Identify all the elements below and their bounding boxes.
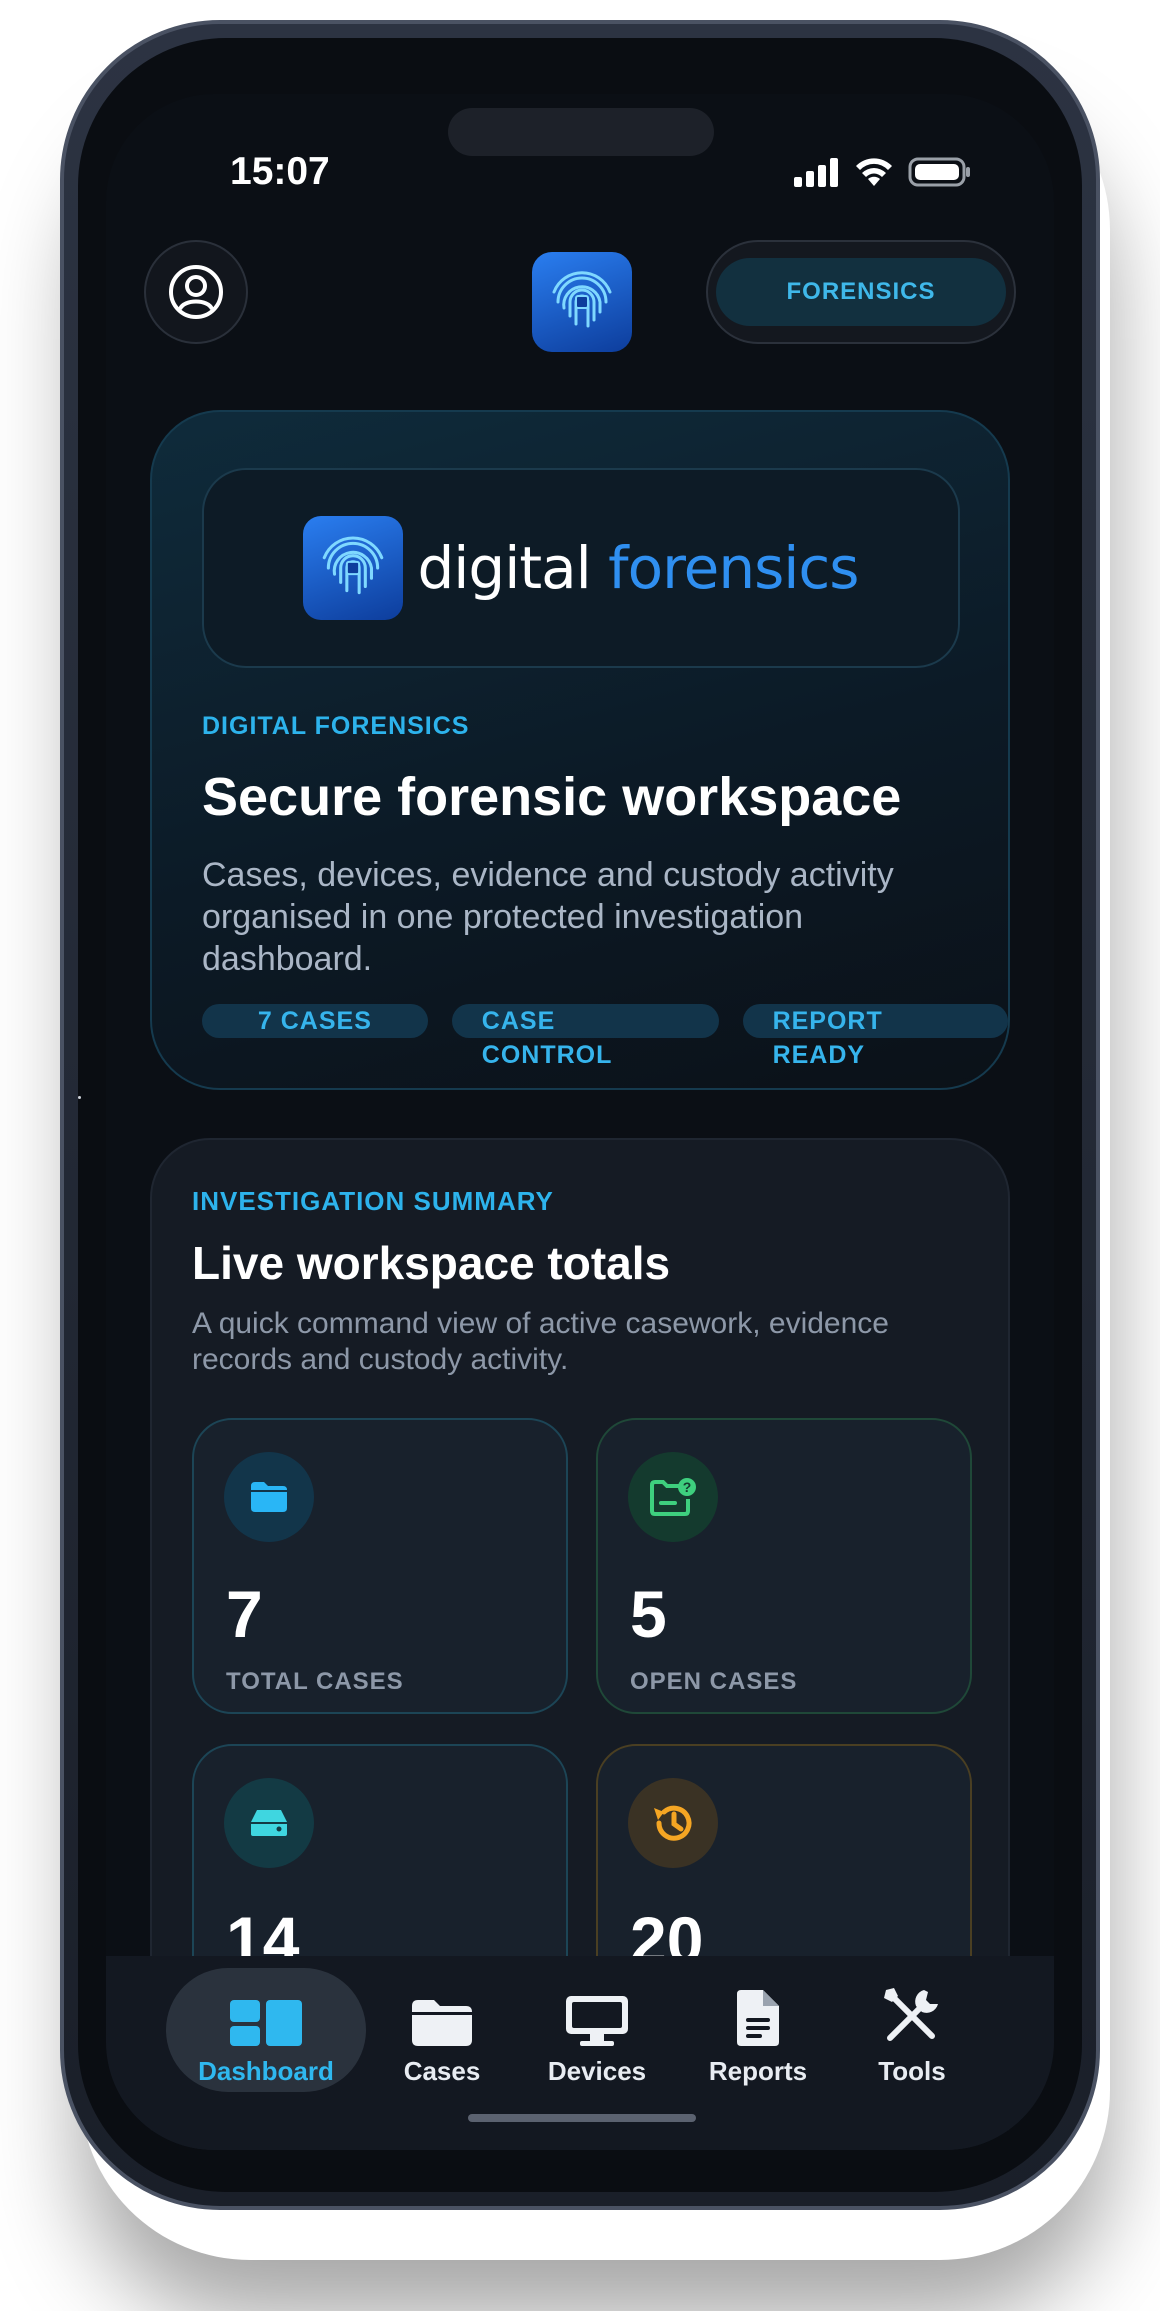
phone-screen: 15:07 FORENSICS digital forensics DIGITA… — [106, 94, 1054, 2150]
status-time: 15:07 — [230, 150, 330, 193]
tab-tools[interactable]: Tools — [852, 1968, 972, 2092]
folder-question-icon: ? — [650, 1478, 696, 1516]
dynamic-island — [448, 108, 714, 156]
forensics-badge[interactable]: FORENSICS — [716, 258, 1006, 326]
stat-open-cases[interactable]: ? 5 OPEN CASES — [596, 1418, 972, 1714]
fingerprint-icon — [552, 271, 612, 328]
stat-value: 7 — [226, 1577, 263, 1651]
tab-label: Reports — [708, 2056, 808, 2086]
stat-total-cases[interactable]: 7 TOTAL CASES — [192, 1418, 568, 1714]
hero-kicker: DIGITAL FORENSICS — [202, 712, 470, 740]
side-dot — [78, 1096, 81, 1099]
profile-button[interactable] — [144, 240, 248, 344]
signal-icon — [794, 158, 838, 187]
folder-icon — [412, 2000, 472, 2046]
history-icon — [654, 1805, 692, 1841]
status-icons — [792, 154, 972, 190]
tag-cases: 7 CASES — [202, 1004, 428, 1038]
brand-word-1: digital — [417, 534, 591, 602]
summary-description: A quick command view of active casework,… — [192, 1307, 889, 1376]
hero-description: Cases, devices, evidence and custody act… — [202, 856, 894, 978]
brand-wordmark: digital forensics — [417, 534, 859, 602]
stat-icon-bg: ? — [628, 1452, 718, 1542]
tag-case-control: CASE CONTROL — [451, 1004, 719, 1069]
forensics-mode-toggle[interactable]: FORENSICS — [706, 240, 1016, 344]
stat-icon-bg — [224, 1778, 314, 1868]
stat-label: TOTAL CASES — [226, 1668, 404, 1695]
monitor-icon — [566, 1996, 628, 2046]
tab-dashboard[interactable]: Dashboard — [166, 1968, 366, 2092]
wifi-icon — [856, 158, 892, 186]
stat-value: 5 — [630, 1577, 667, 1651]
tab-label: Dashboard — [198, 2056, 334, 2086]
stat-icon-bg — [628, 1778, 718, 1868]
stat-label: OPEN CASES — [630, 1668, 798, 1695]
tab-label: Cases — [403, 2056, 481, 2086]
tab-devices[interactable]: Devices — [524, 1968, 670, 2092]
summary-kicker: INVESTIGATION SUMMARY — [192, 1186, 554, 1216]
hero-card: digital forensics DIGITAL FORENSICS Secu… — [150, 410, 1010, 1090]
summary-title: Live workspace totals — [192, 1237, 671, 1289]
hard-drive-icon — [251, 1810, 287, 1836]
tab-label: Devices — [547, 2056, 647, 2086]
hero-title: Secure forensic workspace — [202, 767, 902, 827]
brand-word-2: forensics — [608, 534, 859, 602]
tab-cases[interactable]: Cases — [382, 1968, 502, 2092]
home-indicator[interactable] — [468, 2114, 696, 2122]
brand-banner: digital forensics — [202, 468, 960, 668]
brand-logo — [303, 516, 404, 620]
document-icon — [737, 1990, 779, 2046]
user-circle-icon — [169, 265, 223, 319]
dashboard-icon — [230, 2000, 302, 2046]
tab-reports[interactable]: Reports — [690, 1968, 826, 2092]
hero-tags: 7 CASES CASE CONTROL REPORT READY — [202, 1004, 1008, 1069]
tools-icon — [884, 1988, 938, 2041]
battery-icon — [908, 157, 970, 187]
svg-text:?: ? — [683, 1479, 692, 1495]
stat-icon-bg — [224, 1452, 314, 1542]
tag-report-ready: REPORT READY — [742, 1004, 1008, 1069]
tab-label: Tools — [878, 2056, 946, 2086]
folder-icon — [251, 1482, 287, 1512]
app-logo — [532, 252, 632, 352]
fingerprint-icon — [323, 536, 384, 595]
